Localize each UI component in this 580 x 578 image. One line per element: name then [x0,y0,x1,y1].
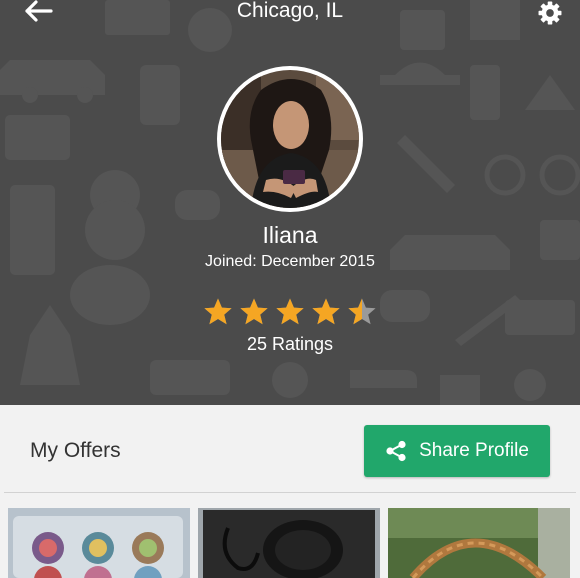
gear-icon [538,1,562,25]
offers-bar: My Offers Share Profile [0,405,580,493]
user-name: Iliana [262,222,318,248]
avatar-frame [217,66,363,212]
star-icon [276,298,304,325]
rating-stars [203,297,378,327]
star-icon [204,298,232,325]
offer-image [388,508,570,578]
location-title: Chicago, IL [236,0,344,22]
star-icon [240,298,268,325]
arrow-left-icon [25,0,53,22]
back-button[interactable] [20,0,56,22]
share-profile-label: Share Profile [419,440,529,461]
joined-date: Joined: December 2015 [205,253,375,270]
offers-heading: My Offers [30,439,121,462]
offer-image [8,508,190,578]
profile-header: Chicago, IL Iliana Joined: December 2015… [0,0,580,405]
share-profile-button[interactable]: Share Profile [364,425,550,477]
avatar[interactable] [221,70,359,208]
divider [4,492,576,493]
offer-item[interactable] [388,508,570,578]
settings-button[interactable] [530,0,570,26]
ratings-count[interactable]: 25 Ratings [0,333,580,355]
offer-item[interactable] [198,508,380,578]
star-icon [312,298,340,325]
offer-image [198,508,380,578]
offer-item[interactable] [8,508,190,578]
share-icon [386,440,406,462]
star-icon [348,298,376,325]
